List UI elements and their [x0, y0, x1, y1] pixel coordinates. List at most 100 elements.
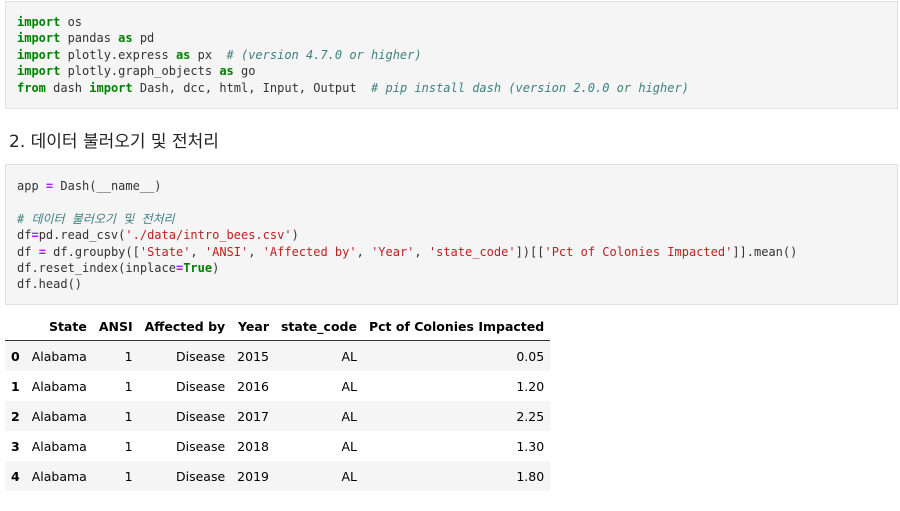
code-token: app: [17, 179, 46, 193]
table-header-row: State ANSI Affected by Year state_code P…: [5, 312, 551, 341]
row-index: 2: [11, 408, 20, 424]
table-cell: Disease: [176, 438, 226, 454]
code-string: 'Affected by': [262, 244, 357, 259]
section-heading: 2. 데이터 불러오기 및 전처리: [9, 132, 219, 152]
code-line: df.head(): [17, 276, 887, 292]
table-cell: 1.80: [516, 468, 545, 484]
code-line: import plotly.graph_objects as go: [17, 63, 887, 79]
table-cell: 2019: [237, 468, 269, 484]
code-token: ): [291, 228, 299, 243]
code-token: df.groupby([: [45, 244, 140, 259]
code-string: './data/intro_bees.csv': [125, 228, 292, 243]
code-line: df=pd.read_csv('./data/intro_bees.csv'): [17, 227, 887, 243]
row-index: 3: [11, 438, 20, 454]
table-cell: 2016: [237, 378, 269, 394]
row-index: 4: [11, 468, 20, 484]
code-keyword: import: [17, 64, 61, 79]
table-cell: Alabama: [31, 378, 87, 394]
table-cell: 1: [124, 408, 133, 424]
table-cell: 1.30: [516, 438, 545, 454]
code-token: df: [17, 244, 39, 259]
column-header-year: Year: [231, 312, 275, 341]
code-token: Dash, dcc, html, Input, Output: [132, 80, 372, 95]
code-line: import os: [17, 14, 887, 30]
table-cell: 2.25: [516, 408, 545, 424]
table-cell: 1: [124, 438, 133, 454]
code-string: 'Pct of Colonies Impacted': [544, 244, 733, 259]
code-keyword: import: [89, 80, 133, 95]
code-token: pandas: [60, 31, 119, 46]
code-keyword: import: [17, 15, 61, 29]
table-cell: Disease: [176, 408, 226, 424]
table-cell: 2017: [237, 408, 269, 424]
table-row: 3 Alabama 1 Disease 2018 AL 1.30: [5, 431, 550, 461]
table-cell: AL: [341, 438, 357, 454]
table-row: 0 Alabama 1 Disease 2015 AL 0.05: [5, 340, 551, 371]
code-line: # 데이터 불러오기 및 전처리: [17, 211, 887, 227]
table-cell: Alabama: [31, 438, 87, 454]
code-cell-imports[interactable]: import os import pandas as pd import plotl…: [5, 1, 898, 109]
code-string: 'State': [139, 244, 191, 259]
table-cell: Disease: [176, 468, 226, 484]
code-cell-load-data[interactable]: app = Dash(__name__) # 데이터 불러오기 및 전처리 df=p…: [5, 164, 898, 305]
code-token: pd: [132, 31, 155, 46]
code-keyword: import: [17, 31, 61, 46]
code-operator: =: [31, 228, 39, 243]
code-token: dash: [45, 80, 90, 95]
code-token: ]].mean(): [732, 244, 798, 259]
code-keyword: from: [17, 80, 46, 95]
code-token: ,: [356, 244, 372, 259]
code-keyword: True: [183, 260, 213, 275]
code-token: ,: [190, 244, 205, 259]
code-token: ): [212, 260, 220, 275]
index-header: [5, 312, 26, 341]
table-cell: AL: [341, 468, 357, 484]
table-row: 1 Alabama 1 Disease 2016 AL 1.20: [5, 371, 550, 401]
code-token: df.reset_index(inplace: [17, 260, 176, 275]
code-line: df.reset_index(inplace=True): [17, 260, 887, 276]
code-operator: =: [38, 244, 46, 259]
table-row: 4 Alabama 1 Disease 2019 AL 1.80: [5, 461, 551, 491]
column-header-state-code: state_code: [274, 312, 363, 341]
column-header-ansi: ANSI: [92, 312, 139, 341]
code-token: df.head(): [17, 277, 83, 292]
code-string: 'Year': [371, 244, 415, 259]
code-token: plotly.graph_objects: [60, 64, 220, 79]
table-row: 2 Alabama 1 Disease 2017 AL 2.25: [5, 401, 551, 431]
column-header-pct-impacted: Pct of Colonies Impacted: [362, 312, 551, 341]
table-cell: 1.20: [516, 378, 545, 394]
code-line: import plotly.express as px # (version 4…: [17, 47, 887, 63]
code-comment: # (version 4.7.0 or higher): [226, 47, 422, 62]
code-token: go: [233, 64, 256, 79]
code-line: from dash import Dash, dcc, html, Input,…: [17, 80, 887, 96]
dataframe-output-table: State ANSI Affected by Year state_code P…: [5, 312, 551, 491]
column-header-state: State: [25, 312, 93, 341]
code-token: ])[[: [515, 244, 545, 259]
code-keyword: as: [118, 31, 133, 46]
table-cell: Alabama: [31, 408, 87, 424]
table-cell: AL: [341, 408, 357, 424]
column-header-affected-by: Affected by: [138, 312, 232, 341]
code-token: plotly.express: [60, 47, 176, 62]
table-cell: AL: [341, 378, 357, 394]
code-token: df: [17, 228, 32, 243]
code-keyword: as: [219, 64, 234, 79]
code-line: app = Dash(__name__): [17, 178, 887, 194]
row-index: 0: [11, 348, 20, 364]
code-token: ,: [414, 244, 429, 259]
code-comment: # 데이터 불러오기 및 전처리: [17, 211, 175, 226]
table-cell: 1: [124, 348, 133, 364]
row-index: 1: [11, 378, 20, 394]
table-cell: Alabama: [31, 468, 87, 484]
table-cell: 1: [124, 378, 133, 394]
code-string: 'ANSI': [204, 244, 249, 259]
table-cell: Disease: [176, 378, 226, 394]
code-keyword: as: [175, 47, 191, 62]
code-comment: # pip install dash (version 2.0.0 or hig…: [371, 80, 689, 95]
code-string: 'state_code': [428, 244, 516, 259]
table-cell: 1: [124, 468, 133, 484]
code-token: os: [60, 15, 83, 29]
table-cell: 2015: [237, 348, 269, 364]
table-cell: Alabama: [31, 348, 87, 364]
